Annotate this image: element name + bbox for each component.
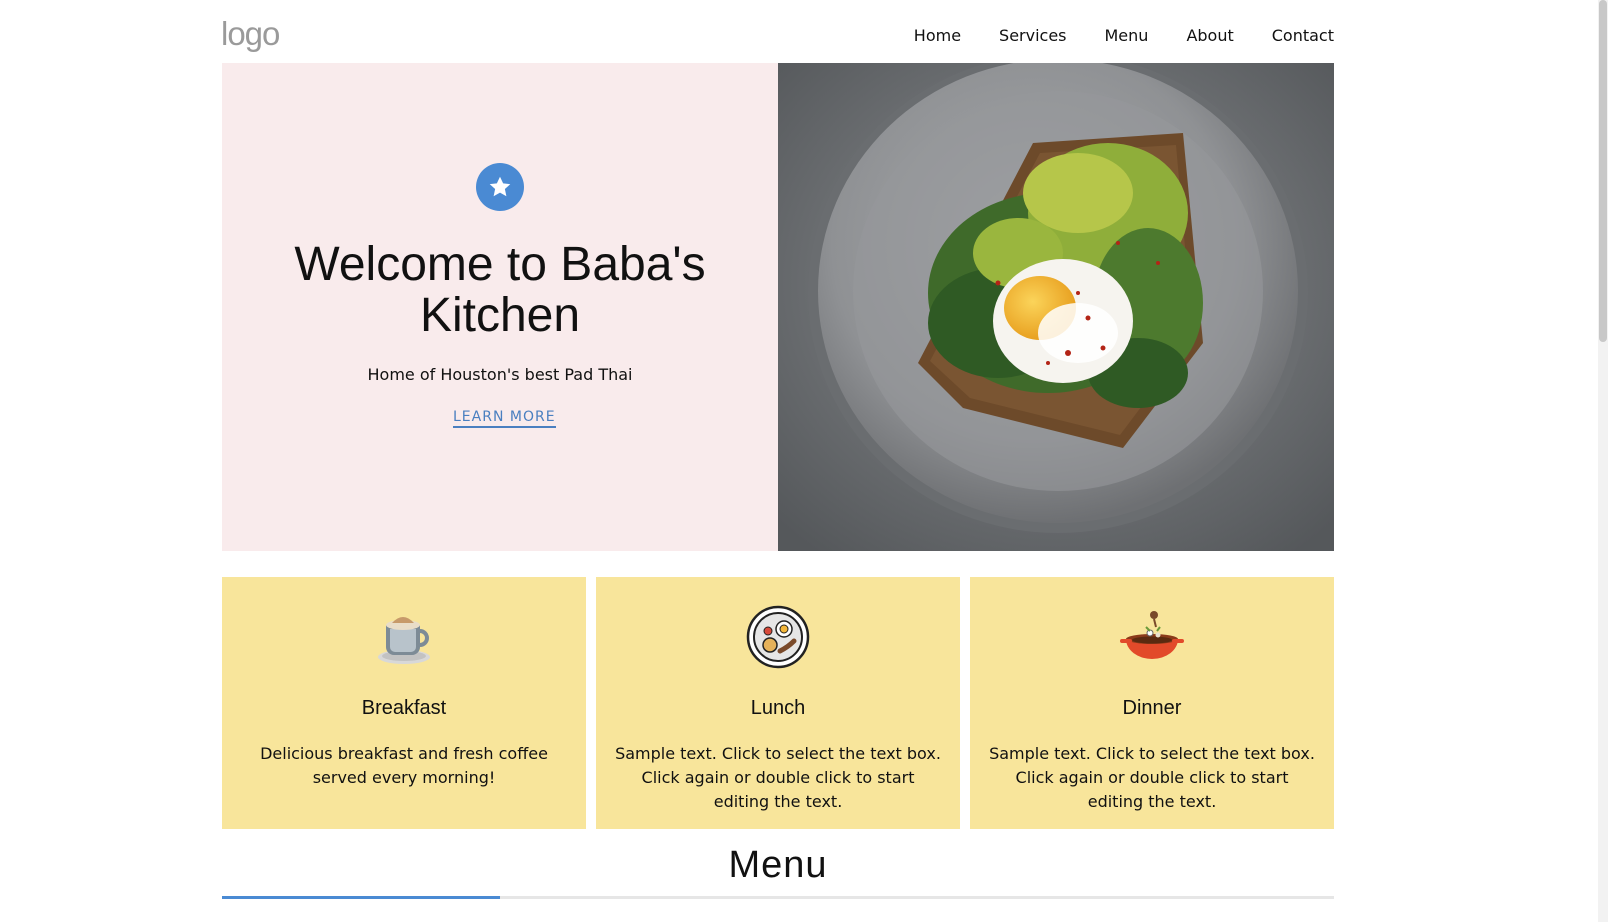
page: logo Home Services Menu About Contact We…: [0, 0, 1608, 922]
card-title: Dinner: [1122, 697, 1182, 719]
nav-services[interactable]: Services: [980, 24, 1085, 48]
hero-subtitle: Home of Houston's best Pad Thai: [367, 365, 633, 384]
scrollbar-thumb[interactable]: [1599, 0, 1607, 342]
nav-contact[interactable]: Contact: [1253, 24, 1334, 48]
menu-tab[interactable]: [500, 896, 778, 899]
nav-menu[interactable]: Menu: [1086, 24, 1168, 48]
menu-tabs: [222, 896, 1334, 899]
card-dinner[interactable]: Dinner Sample text. Click to select the …: [970, 577, 1334, 829]
learn-more-link[interactable]: LEARN MORE: [453, 409, 556, 428]
plate-icon: [746, 605, 810, 669]
menu-tab[interactable]: [222, 896, 500, 899]
menu-tab[interactable]: [778, 896, 1056, 899]
scrollbar[interactable]: [1598, 0, 1608, 922]
card-title: Lunch: [750, 697, 806, 719]
meal-cards: Breakfast Delicious breakfast and fresh …: [222, 577, 1334, 829]
hero-food-photo: [778, 63, 1334, 551]
hero-section: Welcome to Baba's Kitchen Home of Housto…: [222, 63, 1334, 551]
card-text: Delicious breakfast and fresh coffee ser…: [260, 744, 548, 787]
dinner-bowl-icon: [1120, 605, 1184, 669]
nav-home[interactable]: Home: [895, 24, 980, 48]
hero-title: Welcome to Baba's Kitchen: [294, 238, 706, 342]
star-icon: [476, 163, 524, 211]
hero-text-panel: Welcome to Baba's Kitchen Home of Housto…: [222, 63, 778, 551]
coffee-cup-icon: [372, 605, 436, 669]
logo[interactable]: logo: [221, 14, 280, 54]
card-title: Breakfast: [361, 697, 447, 719]
card-text: Sample text. Click to select the text bo…: [615, 744, 941, 811]
menu-heading: Menu: [728, 844, 828, 886]
main-nav: Home Services Menu About Contact: [895, 24, 1334, 48]
menu-tab[interactable]: [1056, 896, 1334, 899]
card-breakfast[interactable]: Breakfast Delicious breakfast and fresh …: [222, 577, 586, 829]
avocado-toast-photo: [778, 63, 1334, 551]
card-lunch[interactable]: Lunch Sample text. Click to select the t…: [596, 577, 960, 829]
nav-about[interactable]: About: [1167, 24, 1252, 48]
card-text: Sample text. Click to select the text bo…: [989, 744, 1315, 811]
